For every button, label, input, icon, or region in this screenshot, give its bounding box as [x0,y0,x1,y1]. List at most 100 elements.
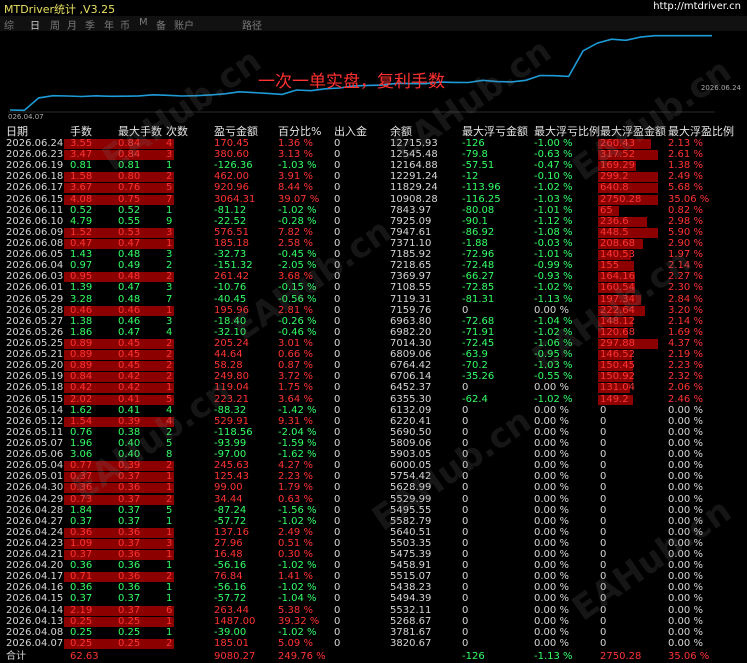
table-row[interactable]: 2026.04.13 0.25 0.25 1 1487.00 39.32 % 0 5268.6… [0,616,747,627]
cell-m: 0.39 [118,460,141,472]
table-row[interactable]: 2026.06.08 0.47 0.47 1 185.18 2.58 % 0 7371.10 -… [0,238,747,249]
table-row[interactable]: 2026.05.06 3.06 0.40 8 -97.00 -1.62 % 0 5903.05… [0,449,747,460]
cell-l: 0.46 [70,304,93,316]
cell-d: 2026.06.05 [6,249,64,261]
tab-2[interactable]: 周 [50,17,60,32]
table-row[interactable]: 2026.06.05 1.43 0.48 3 -32.73 -0.45 % 0 7185.92… [0,249,747,261]
column-header-3[interactable]: 次数 [166,123,188,139]
tab-3[interactable]: 月 [67,17,77,32]
cell-n: 9 [166,215,173,227]
table-row[interactable]: 2026.04.08 0.25 0.25 1 -39.00 -1.02 % 0 3781.67… [0,627,747,638]
cell-m: 0.47 [118,282,141,294]
cell-pc: -1.02 % [278,626,317,638]
table-row[interactable]: 2026.06.23 3.47 0.84 3 380.60 3.13 % 0 12545.48… [0,149,747,161]
cell-l: 0.81 [70,160,93,172]
cell-fp: 140.53 [600,249,635,261]
table-row[interactable]: 2026.04.29 0.73 0.37 2 34.44 0.63 % 0 5529.99 0 0… [0,494,747,505]
table-row[interactable]: 2026.05.01 0.37 0.37 1 125.43 2.23 % 0 5754.42 0… [0,471,747,483]
table-row[interactable]: 2026.04.24 0.36 0.36 1 137.16 2.49 % 0 5640.51 0… [0,527,747,538]
column-header-7[interactable]: 余额 [390,123,412,139]
table-row[interactable]: 2026.04.28 1.84 0.37 5 -87.24 -1.56 % 0 5495.55… [0,505,747,516]
cell-flp: -0.03 % [534,237,573,249]
cell-b: 5503.35 [390,537,432,549]
cell-n: 5 [166,393,173,405]
cell-flp: -1.01 % [534,249,573,261]
cell-fpp: 0.00 % [668,437,703,449]
column-header-10[interactable]: 最大浮盈金额 [600,123,666,139]
table-row[interactable]: 2026.04.20 0.36 0.36 1 -56.16 -1.02 % 0 5458.91… [0,560,747,571]
table-row[interactable]: 2026.06.17 3.67 0.76 5 920.96 8.44 % 0 11829.24… [0,182,747,194]
table-row[interactable]: 2026.06.04 0.97 0.49 2 -151.32 -2.05 % 0 7218.6… [0,260,747,272]
table-row[interactable]: 2026.04.23 1.09 0.37 3 27.96 0.51 % 0 5503.35 0 0… [0,538,747,549]
site-url[interactable]: http://mtdriver.cn [653,1,741,12]
cell-flp: -1.02 % [534,282,573,294]
column-header-5[interactable]: 百分比% [278,123,321,139]
table-row[interactable]: 2026.05.04 0.77 0.39 2 245.63 4.27 % 0 6000.05 0… [0,460,747,472]
table-row[interactable]: 2026.05.12 1.54 0.39 4 529.91 9.31 % 0 6220.41 0… [0,416,747,427]
cell-fpp: 0.00 % [668,604,703,616]
table-row[interactable]: 2026.05.27 1.38 0.46 3 -18.40 -0.26 % 0 6963.80… [0,316,747,327]
table-row[interactable]: 2026.04.21 0.37 0.36 1 16.48 0.30 % 0 5475.39 0 0… [0,549,747,561]
cell-m: 0.36 [118,549,141,561]
column-header-8[interactable]: 最大浮亏金额 [462,123,528,139]
table-row[interactable]: 2026.04.27 0.37 0.37 1 -57.72 -1.02 % 0 5582.79… [0,516,747,527]
table-row[interactable]: 2026.05.11 0.76 0.38 2 -118.56 -2.04 % 0 5690.5… [0,427,747,438]
cell-fl: 0 [462,593,469,605]
column-header-0[interactable]: 日期 [6,123,28,139]
tab-1[interactable]: 日 [30,17,40,32]
cell-pc: -0.45 % [278,249,317,261]
table-row[interactable]: 2026.06.03 0.95 0.48 2 261.42 3.68 % 0 7369.97 -… [0,271,747,283]
table-row[interactable]: 2026.05.14 1.62 0.41 4 -88.32 -1.42 % 0 6132.09… [0,405,747,416]
table-row[interactable]: 2026.05.29 3.28 0.48 7 -40.45 -0.56 % 0 7119.31… [0,294,747,305]
column-header-4[interactable]: 盈亏金额 [214,123,258,139]
table-row[interactable]: 2026.05.18 0.42 0.42 1 119.04 1.75 % 0 6452.37 0… [0,382,747,394]
table-row[interactable]: 2026.05.25 0.89 0.45 2 205.24 3.01 % 0 7014.30 -… [0,338,747,349]
tab-0[interactable]: 综 [4,17,14,32]
column-header-11[interactable]: 最大浮盈比例 [668,123,734,139]
table-row[interactable]: 2026.04.14 2.19 0.37 6 263.44 5.38 % 0 5532.11 0… [0,605,747,616]
table-row[interactable]: 2026.05.19 0.84 0.42 2 249.80 3.72 % 0 6706.14 -… [0,371,747,383]
cell-m: 0.49 [118,260,141,272]
table-row[interactable]: 2026.06.11 0.52 0.52 1 -81.12 -1.02 % 0 7843.97… [0,205,747,216]
column-header-2[interactable]: 最大手数 [118,123,162,139]
table-row[interactable]: 2026.06.18 1.58 0.80 2 462.00 3.91 % 0 12291.24… [0,171,747,183]
table-row[interactable]: 2026.06.15 4.08 0.75 7 3064.31 39.07 % 0 10908.… [0,194,747,205]
cell-fp: 0 [600,637,607,649]
cell-io: 0 [334,282,341,294]
cell-fp: 169.29 [600,160,635,172]
table-row[interactable]: 2026.04.16 0.36 0.36 1 -56.16 -1.02 % 0 5438.23… [0,582,747,593]
tab-7[interactable]: M [139,17,148,28]
column-header-9[interactable]: 最大浮亏比例 [534,123,600,139]
tab-8[interactable]: 备 [156,17,166,32]
cell-d: 2026.05.28 [6,304,64,316]
cell-m: 0.46 [118,315,141,327]
column-header-6[interactable]: 出入金 [334,123,367,139]
table-row[interactable]: 2026.06.09 1.52 0.53 3 576.51 7.82 % 0 7947.61 -… [0,227,747,238]
cell-fpp: 0.00 % [668,504,703,516]
tab-5[interactable]: 年 [104,17,114,32]
table-row[interactable]: 2026.05.15 2.02 0.41 5 223.21 3.64 % 0 6355.30 -… [0,394,747,405]
table-row[interactable]: 2026.05.21 0.89 0.45 2 44.64 0.66 % 0 6809.06 -6… [0,349,747,361]
table-row[interactable]: 2026.05.28 0.46 0.46 1 195.96 2.81 % 0 7159.76 0… [0,305,747,316]
table-row[interactable]: 2026.05.20 0.89 0.45 2 58.28 0.87 % 0 6764.42 -7… [0,360,747,372]
table-row[interactable]: 2026.06.19 0.81 0.81 1 -126.36 -1.03 % 0 12164.… [0,160,747,172]
table-row[interactable]: 2026.05.26 1.86 0.47 4 -32.10 -0.46 % 0 6982.20… [0,327,747,338]
tab-6[interactable]: 币 [120,17,130,32]
cell-io: 0 [334,315,341,327]
table-row[interactable]: 2026.04.17 0.71 0.36 2 76.84 1.41 % 0 5515.07 0 0… [0,571,747,583]
cell-n: 3 [166,315,173,327]
table-row[interactable]: 2026.06.01 1.39 0.47 3 -10.76 -0.15 % 0 7108.55… [0,282,747,294]
table-row[interactable]: 2026.05.07 1.96 0.40 5 -93.99 -1.59 % 0 5809.06… [0,438,747,449]
cell-p: -126.36 [214,160,253,172]
table-row[interactable]: 2026.06.10 4.79 0.55 9 -22.52 -0.28 % 0 7925.09… [0,216,747,227]
cell-fpp: 0.00 % [668,615,703,627]
table-row[interactable]: 2026.04.15 0.37 0.37 1 -57.72 -1.04 % 0 5494.39… [0,593,747,604]
tab-9[interactable]: 账户 [174,17,194,32]
cell-pc: -0.28 % [278,215,317,227]
table-row[interactable]: 2026.06.24 3.55 0.84 4 170.45 1.36 % 0 12715.93… [0,138,747,149]
table-row[interactable]: 2026.04.07 0.25 0.25 2 185.01 5.09 % 0 3820.67 0… [0,638,747,649]
tab-10[interactable]: 路径 [242,17,262,32]
tab-4[interactable]: 季 [85,17,95,32]
column-header-1[interactable]: 手数 [70,123,92,139]
table-row[interactable]: 2026.04.30 0.36 0.36 1 99.00 1.79 % 0 5628.99 0 0… [0,482,747,494]
